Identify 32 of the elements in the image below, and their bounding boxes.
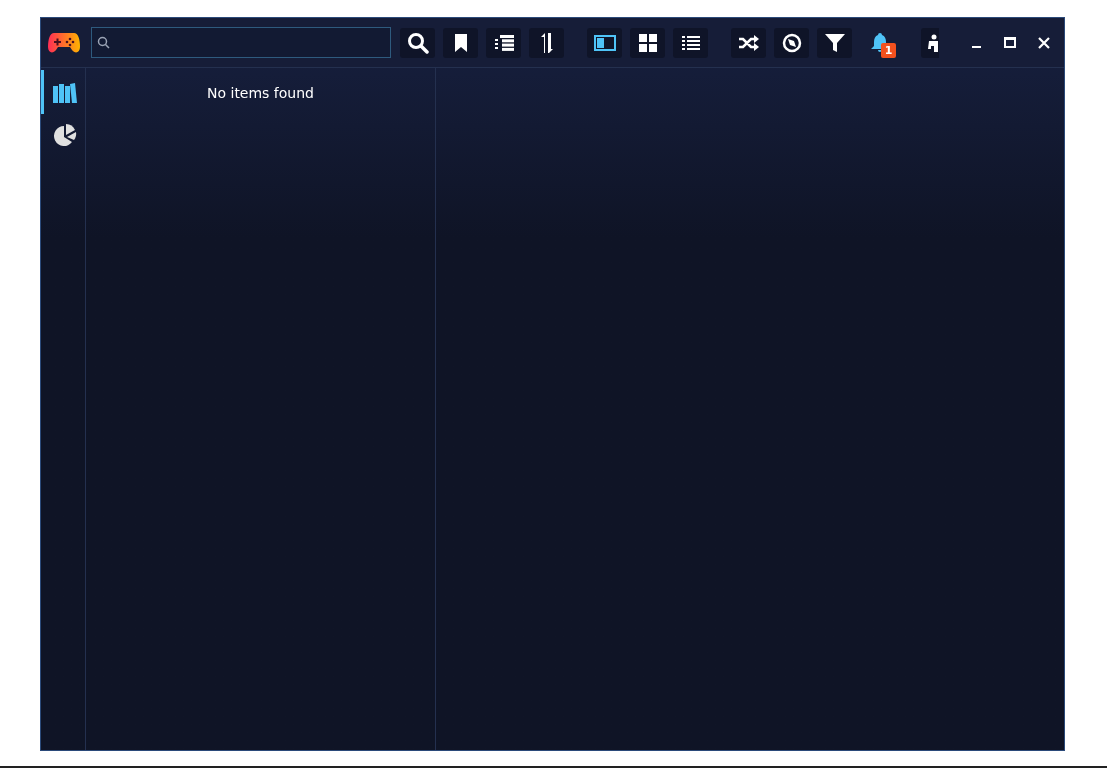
filter-button[interactable]	[817, 27, 852, 58]
empty-message: No items found	[207, 84, 314, 103]
search-button[interactable]	[400, 27, 435, 58]
gamepad-logo-icon	[47, 31, 80, 54]
sort-order-button[interactable]	[529, 27, 564, 58]
sort-button[interactable]	[486, 27, 521, 58]
notification-count: 1	[881, 42, 896, 58]
search-icon	[406, 31, 429, 54]
shuffle-icon	[738, 34, 759, 51]
view-mode-button[interactable]	[630, 27, 665, 58]
bookmark-button[interactable]	[443, 27, 478, 58]
grid-icon	[638, 33, 657, 52]
close-button[interactable]	[1036, 34, 1052, 51]
list-icon	[681, 34, 700, 51]
profile-button[interactable]	[921, 27, 939, 58]
compass-button[interactable]	[774, 27, 809, 58]
filter-icon	[824, 32, 845, 53]
search-icon	[97, 36, 110, 49]
search-field[interactable]	[91, 27, 391, 58]
shuffle-button[interactable]	[731, 27, 766, 58]
sort-order-icon	[540, 32, 553, 53]
pie-chart-icon	[51, 124, 78, 148]
bookmark-icon	[454, 33, 467, 52]
panel-layout-icon	[593, 34, 616, 51]
figure-icon	[926, 33, 938, 52]
alphabetical-sort-icon	[493, 34, 514, 51]
view-mode-button[interactable]	[673, 27, 708, 58]
maximize-button[interactable]	[1002, 34, 1018, 51]
books-icon	[52, 81, 77, 103]
compass-icon	[781, 32, 802, 53]
view-mode-button[interactable]	[587, 27, 622, 58]
notifications-button[interactable]: 1	[862, 27, 897, 58]
